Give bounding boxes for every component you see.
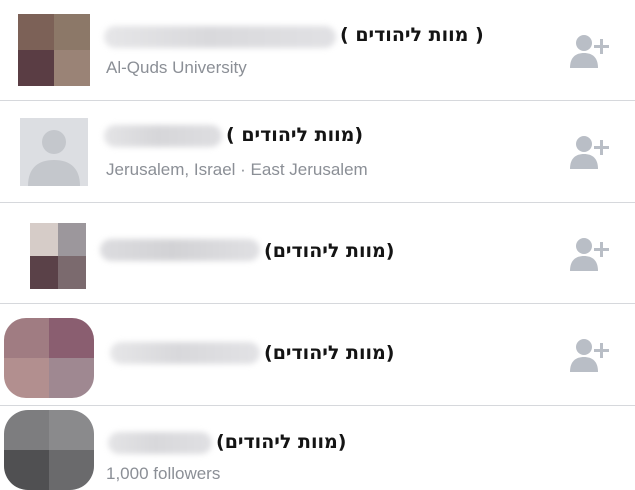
name-suffix: (מוות ליהודים) — [216, 431, 347, 453]
avatar[interactable] — [20, 118, 88, 186]
avatar-pixel — [49, 358, 94, 398]
add-friend-button[interactable] — [570, 235, 614, 275]
add-friend-button[interactable] — [570, 133, 614, 173]
avatar-pixel — [54, 14, 90, 50]
avatar-pixel — [18, 14, 54, 50]
name-suffix: ( מוות ליהודים) — [226, 124, 364, 146]
avatar[interactable] — [18, 14, 90, 86]
avatar-pixel — [18, 50, 54, 86]
avatar-pixel — [49, 450, 94, 490]
people-list: ( מוות ליהודים ) Al-Quds University ( מו… — [0, 0, 635, 490]
name-suffix: (מוות ליהודים) — [264, 342, 395, 364]
add-friend-button[interactable] — [570, 336, 614, 376]
avatar-pixel — [4, 318, 49, 358]
list-item[interactable]: (מוות ליהודים) — [0, 304, 635, 405]
list-item[interactable]: ( מוות ליהודים) Jerusalem, Israel · East… — [0, 101, 635, 202]
avatar-pixel — [54, 50, 90, 86]
add-friend-icon — [570, 136, 609, 169]
avatar-pixel — [30, 256, 58, 289]
avatar[interactable] — [30, 223, 86, 289]
add-friend-icon — [570, 339, 609, 372]
avatar-pixel — [30, 223, 58, 256]
avatar-pixel — [58, 223, 86, 256]
add-friend-button[interactable] — [570, 32, 614, 72]
blurred-name[interactable] — [100, 239, 260, 261]
blurred-name[interactable] — [110, 342, 260, 364]
name-suffix: ( מוות ליהודים ) — [340, 24, 484, 46]
add-friend-icon — [570, 238, 609, 271]
avatar-pixel — [58, 256, 86, 289]
subtitle: 1,000 followers — [106, 464, 221, 483]
blurred-name[interactable] — [108, 432, 212, 454]
avatar-pixel — [4, 410, 49, 450]
list-item[interactable]: (מוות ליהודים) 1,000 followers — [0, 406, 635, 490]
subtitle: Al-Quds University — [106, 58, 247, 77]
blurred-name[interactable] — [104, 125, 222, 147]
list-item[interactable]: ( מוות ליהודים ) Al-Quds University — [0, 0, 635, 100]
avatar-pixel — [49, 410, 94, 450]
list-item[interactable]: (מוות ליהודים) — [0, 203, 635, 303]
add-friend-icon — [570, 35, 609, 68]
default-profile-icon — [20, 118, 88, 186]
subtitle: Jerusalem, Israel · East Jerusalem — [106, 160, 368, 179]
avatar[interactable] — [4, 410, 94, 490]
avatar[interactable] — [4, 318, 94, 398]
avatar-pixel — [4, 358, 49, 398]
name-suffix: (מוות ליהודים) — [264, 240, 395, 262]
blurred-name[interactable] — [104, 26, 336, 48]
avatar-pixel — [49, 318, 94, 358]
avatar-pixel — [4, 450, 49, 490]
